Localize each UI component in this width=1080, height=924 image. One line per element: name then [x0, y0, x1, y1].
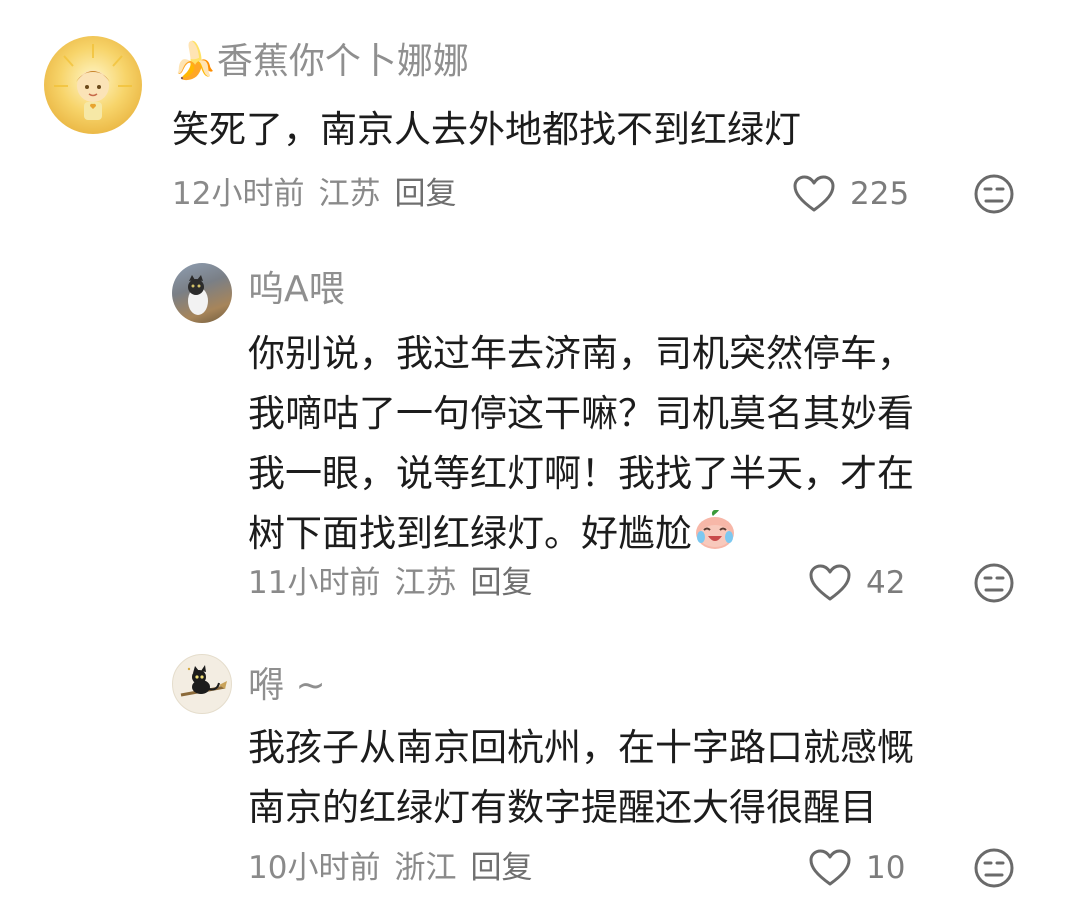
comment-line: 树下面找到红绿灯。好尴尬	[248, 504, 914, 564]
like-button[interactable]: 42	[808, 561, 936, 605]
avatar[interactable]	[44, 36, 142, 134]
reply-button[interactable]: 回复	[470, 565, 532, 601]
like-count: 225	[850, 176, 910, 212]
location: 江苏	[318, 176, 381, 212]
comment-item: 🍌香蕉你个卜娜娜 笑死了，南京人去外地都找不到红绿灯 12小时前 江苏 回复 225	[0, 0, 1080, 230]
username[interactable]: 呜A喂	[248, 268, 345, 312]
like-count: 42	[866, 565, 906, 601]
comment-line: 我一眼，说等红灯啊！我找了半天，才在	[248, 452, 914, 495]
location: 浙江	[394, 850, 457, 886]
comment-meta: 11小时前 江苏 回复	[248, 563, 546, 603]
black-cat-witch-avatar-icon	[180, 665, 227, 697]
comment-text: 笑死了，南京人去外地都找不到红绿灯	[172, 100, 801, 160]
timestamp: 10小时前	[248, 850, 381, 886]
comment-line: 我孩子从南京回杭州，在十字路口就感慨	[248, 726, 914, 769]
comment-item: 呜A喂 你别说，我过年去济南，司机突然停车， 我嘀咕了一句停这干嘛？司机莫名其妙…	[0, 230, 1080, 630]
timestamp: 11小时前	[248, 565, 381, 601]
location: 江苏	[394, 565, 457, 601]
username[interactable]: 嘚 ~	[248, 664, 326, 708]
comment-line: 南京的红绿灯有数字提醒还大得很醒目	[248, 786, 877, 829]
comment-line-text: 树下面找到红绿灯。好尴尬	[248, 512, 692, 555]
heart-icon	[809, 564, 851, 601]
avatar[interactable]	[172, 263, 232, 323]
dislike-face-icon[interactable]	[972, 846, 1016, 890]
crying-laughing-peach-emoji-icon	[696, 510, 734, 549]
timestamp: 12小时前	[172, 176, 305, 212]
comment-item: 嘚 ~ 我孩子从南京回杭州，在十字路口就感慨 南京的红绿灯有数字提醒还大得很醒目…	[0, 630, 1080, 924]
comment-line: 你别说，我过年去济南，司机突然停车，	[248, 332, 914, 375]
dislike-face-icon[interactable]	[972, 561, 1016, 605]
like-count: 10	[866, 850, 906, 886]
comment-meta: 12小时前 江苏 回复	[172, 174, 470, 214]
reply-button[interactable]: 回复	[394, 176, 456, 212]
comment-text: 你别说，我过年去济南，司机突然停车， 我嘀咕了一句停这干嘛？司机莫名其妙看 我一…	[248, 324, 914, 564]
comment-text: 我孩子从南京回杭州，在十字路口就感慨 南京的红绿灯有数字提醒还大得很醒目	[248, 718, 914, 838]
reply-button[interactable]: 回复	[470, 850, 532, 886]
avatar[interactable]	[172, 654, 232, 714]
sun-girl-avatar-icon	[54, 44, 132, 120]
like-button[interactable]: 10	[808, 846, 936, 890]
username[interactable]: 🍌香蕉你个卜娜娜	[172, 40, 469, 84]
cat-photo-avatar-icon	[188, 275, 208, 315]
dislike-face-icon[interactable]	[972, 172, 1016, 216]
heart-icon	[793, 175, 835, 212]
comment-meta: 10小时前 浙江 回复	[248, 848, 546, 888]
comment-line: 我嘀咕了一句停这干嘛？司机莫名其妙看	[248, 392, 914, 435]
heart-icon	[809, 849, 851, 886]
like-button[interactable]: 225	[792, 172, 920, 216]
comment-line: 笑死了，南京人去外地都找不到红绿灯	[172, 108, 801, 151]
